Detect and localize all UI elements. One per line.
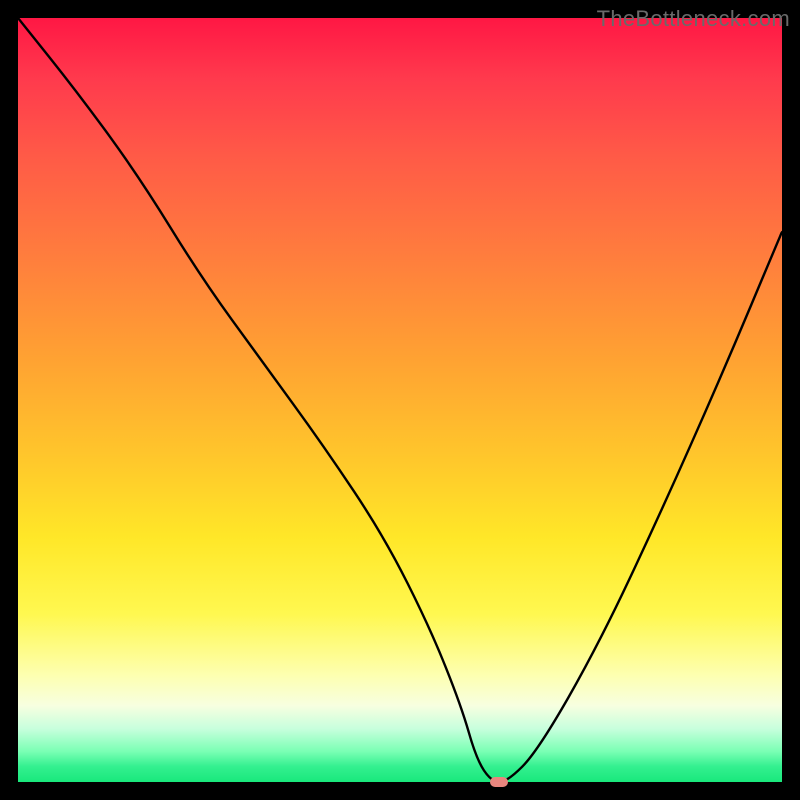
chart-frame: TheBottleneck.com: [0, 0, 800, 800]
bottleneck-curve: [18, 18, 782, 782]
watermark-text: TheBottleneck.com: [597, 6, 790, 32]
plot-area: [18, 18, 782, 782]
optimum-marker: [490, 777, 508, 787]
